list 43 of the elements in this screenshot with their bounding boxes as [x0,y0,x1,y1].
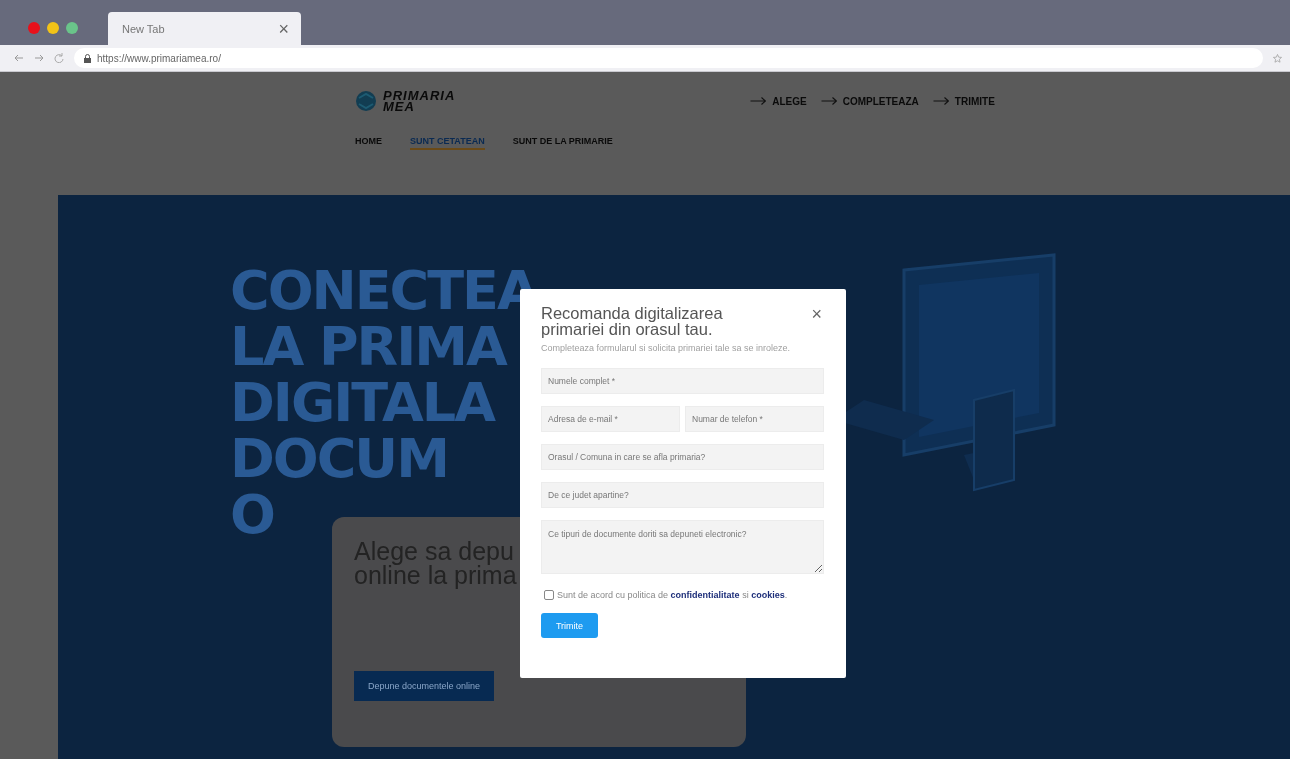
submit-button[interactable]: Trimite [541,613,598,638]
arrow-icon [750,97,767,105]
policy-link[interactable]: cookies [751,590,785,600]
input-field[interactable]: Adresa de e-mail * [541,406,680,432]
input-field[interactable]: Numar de telefon * [685,406,824,432]
upload-documents-button[interactable]: Depune documentele online [354,671,494,701]
forward-icon[interactable] [34,53,44,63]
minimize-window-dot[interactable] [47,21,59,34]
dialog-subtitle: Completeaza formularul si solicita primariei tale sa se inroleze. [541,343,791,354]
tab-title: New Tab [122,22,165,35]
dialog-title: Recomanda digitalizarea primariei din orasul tau. [541,305,724,337]
nav-link[interactable]: HOME [355,136,382,150]
lock-icon [84,53,91,63]
input-field[interactable]: Orasul / Comuna in care se afla primaria? [541,444,824,470]
url-text: https://www.primariamea.ro/ [97,52,221,64]
input-field[interactable]: Numele complet * [541,368,824,394]
browser-tab[interactable]: New Tab × [108,12,301,45]
back-icon[interactable] [14,53,24,63]
arrow-icon [932,97,949,105]
address-field[interactable]: https://www.primariamea.ro/ [74,48,1263,68]
policy-link[interactable]: confidentialitate [670,590,740,600]
input-field[interactable]: De ce judet apartine? [541,482,824,508]
star-icon[interactable] [1273,53,1282,63]
step-label: ALEGE [772,95,807,107]
nav-link[interactable]: SUNT DE LA PRIMARIE [512,136,613,150]
hero-headline: CONECTEA [230,263,537,319]
hero-headline: DIGITALA [230,375,494,431]
arrow-icon [820,97,837,105]
close-button[interactable]: × [811,305,822,323]
hero-headline: DOCUM [230,431,448,487]
logo-text[interactable]: PRIMARIA MEA [383,90,456,112]
maximize-window-dot[interactable] [66,21,78,34]
documents-textarea[interactable]: Ce tipuri de documente doriti sa depuneti electronic? [541,520,824,574]
consent-checkbox[interactable] [544,590,554,600]
step-label: TRIMITE [954,95,995,107]
hero-headline: LA PRIMA [230,319,506,375]
reload-icon[interactable] [54,53,64,63]
close-window-dot[interactable] [28,21,40,34]
hero-headline: O [230,487,274,543]
tab-close-button[interactable]: × [278,19,289,38]
consent-text: Sunt de acord cu politica de confidentialitate si cookies. [557,590,788,600]
logo-icon [355,90,377,112]
step-label: COMPLETEAZA [842,95,919,107]
